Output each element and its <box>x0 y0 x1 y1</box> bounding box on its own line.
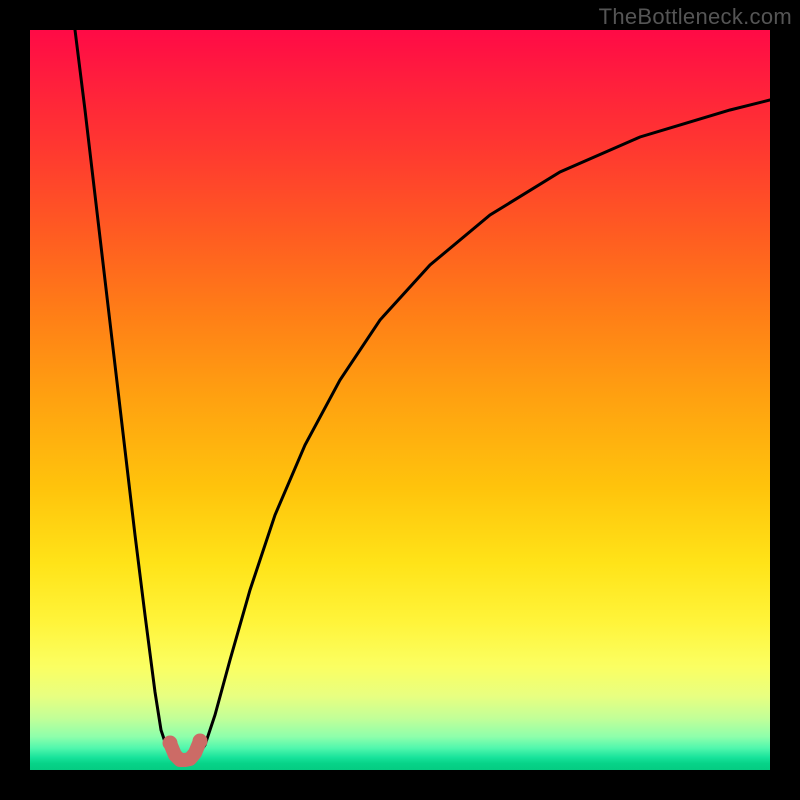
chart-frame: TheBottleneck.com <box>0 0 800 800</box>
plot-area <box>30 30 770 770</box>
watermark-text: TheBottleneck.com <box>599 4 792 30</box>
vertex-marker-dot-right <box>193 734 208 749</box>
bottleneck-curve <box>30 30 770 770</box>
vertex-marker-dot-left <box>163 736 178 751</box>
curve-right-branch <box>198 100 770 755</box>
curve-left-branch <box>75 30 173 755</box>
